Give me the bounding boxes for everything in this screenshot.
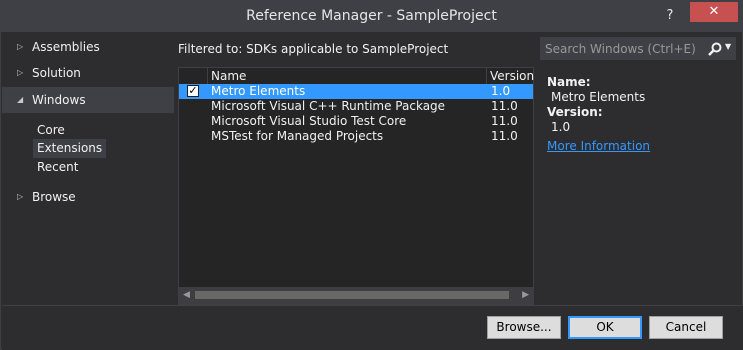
- table-row[interactable]: Microsoft Visual Studio Test Core 11.0: [179, 114, 533, 129]
- details-pane: Name: Metro Elements Version: 1.0 More I…: [547, 75, 737, 154]
- nav-item-label: Windows: [32, 93, 86, 107]
- details-name-value: Metro Elements: [551, 90, 646, 104]
- checkbox-checked-icon[interactable]: ✓: [187, 85, 199, 97]
- search-box: ▼: [540, 37, 736, 60]
- cancel-button[interactable]: Cancel: [649, 316, 723, 339]
- nav-item-solution[interactable]: ▷ Solution: [2, 60, 174, 86]
- table-row[interactable]: ✓ Metro Elements 1.0: [179, 84, 533, 99]
- row-name: Microsoft Visual Studio Test Core: [211, 114, 407, 128]
- row-version: 11.0: [491, 129, 518, 143]
- row-name: Metro Elements: [211, 84, 306, 98]
- ok-button[interactable]: OK: [568, 316, 642, 339]
- help-button[interactable]: ?: [659, 6, 681, 26]
- search-icon[interactable]: [707, 41, 723, 57]
- column-separator[interactable]: [207, 68, 208, 85]
- nav-item-assemblies[interactable]: ▷ Assemblies: [2, 34, 174, 60]
- table-row[interactable]: Microsoft Visual C++ Runtime Package 11.…: [179, 99, 533, 114]
- dialog-footer: Browse... OK Cancel: [2, 305, 743, 350]
- column-header-name[interactable]: Name: [211, 68, 246, 84]
- row-version: 11.0: [491, 114, 518, 128]
- row-version: 1.0: [491, 84, 511, 98]
- filter-description: Filtered to: SDKs applicable to SamplePr…: [178, 42, 449, 56]
- more-information-link[interactable]: More Information: [547, 139, 737, 154]
- close-button[interactable]: ✕: [690, 2, 738, 22]
- expand-arrow-icon: ▷: [17, 192, 24, 201]
- nav-subitem-recent[interactable]: Recent: [33, 158, 82, 177]
- table-row[interactable]: MSTest for Managed Projects 11.0: [179, 129, 533, 144]
- nav-item-label: Assemblies: [32, 40, 100, 54]
- row-name: Microsoft Visual C++ Runtime Package: [211, 99, 446, 113]
- expand-arrow-icon: ▷: [17, 68, 24, 77]
- title-bar: Reference Manager - SampleProject ? ✕: [1, 1, 742, 32]
- sdk-list: Name Version ✓ Metro Elements 1.0 Micros…: [178, 67, 534, 305]
- nav-subitem-core[interactable]: Core: [33, 121, 69, 140]
- nav-item-label: Browse: [32, 190, 76, 204]
- nav-item-label: Solution: [32, 66, 81, 80]
- reference-manager-window: Reference Manager - SampleProject ? ✕ ▷ …: [0, 0, 743, 350]
- expand-arrow-icon: ▷: [17, 42, 24, 51]
- nav-item-windows[interactable]: ◢ Windows: [2, 87, 174, 113]
- horizontal-scrollbar[interactable]: ◀ ▶: [179, 287, 533, 304]
- details-version-value: 1.0: [551, 120, 571, 134]
- chevron-down-icon[interactable]: ▼: [725, 42, 731, 51]
- row-name: MSTest for Managed Projects: [211, 129, 384, 143]
- details-version-label: Version:: [547, 105, 603, 119]
- search-input[interactable]: [543, 40, 703, 57]
- scroll-right-icon[interactable]: ▶: [522, 290, 529, 300]
- scroll-left-icon[interactable]: ◀: [183, 290, 190, 300]
- nav-subitem-extensions[interactable]: Extensions: [33, 139, 107, 158]
- row-version: 11.0: [491, 99, 518, 113]
- column-header-version[interactable]: Version: [490, 68, 534, 84]
- details-name-label: Name:: [547, 75, 591, 89]
- list-header: Name Version: [179, 68, 534, 85]
- column-separator[interactable]: [486, 68, 487, 85]
- collapse-arrow-icon: ◢: [17, 95, 24, 104]
- scrollbar-thumb[interactable]: [195, 291, 509, 299]
- nav-item-browse[interactable]: ▷ Browse: [2, 184, 174, 210]
- navigation-pane: ▷ Assemblies ▷ Solution ◢ Windows Core E…: [2, 32, 174, 305]
- window-title: Reference Manager - SampleProject: [246, 8, 497, 24]
- browse-button[interactable]: Browse...: [487, 316, 561, 339]
